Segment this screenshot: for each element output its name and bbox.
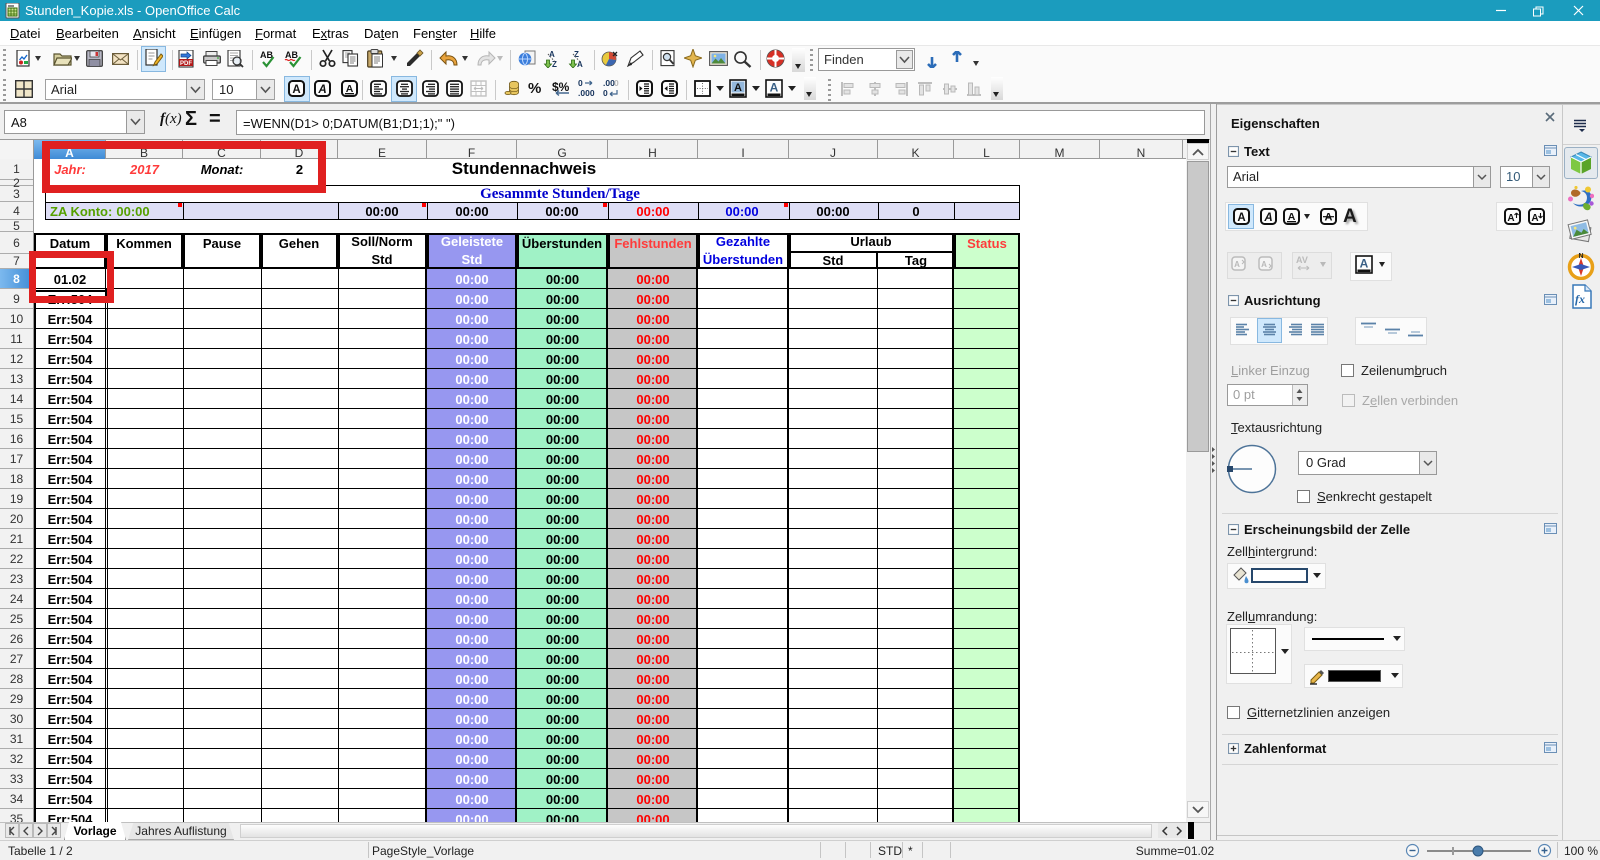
svg-text:AB: AB <box>285 50 298 60</box>
svg-text:A: A <box>1360 257 1369 271</box>
svg-text:PDF: PDF <box>180 61 192 67</box>
svg-text:A: A <box>1234 260 1240 269</box>
svg-text:A: A <box>292 84 300 96</box>
svg-text:A: A <box>1325 212 1333 224</box>
svg-text:.000: .000 <box>578 88 595 98</box>
svg-text:A: A <box>1531 213 1538 224</box>
svg-text:N: N <box>1578 253 1583 260</box>
svg-text:fx: fx <box>1575 292 1585 306</box>
svg-text:A: A <box>317 84 326 96</box>
svg-text:0: 0 <box>603 88 608 98</box>
svg-text:A: A <box>770 81 779 95</box>
svg-text:A: A <box>1263 212 1272 224</box>
svg-text:A: A <box>1507 213 1514 224</box>
svg-text:A: A <box>549 50 555 59</box>
svg-text:A: A <box>1261 260 1267 269</box>
svg-text:Z: Z <box>574 50 579 59</box>
svg-text:A: A <box>734 82 742 94</box>
svg-text:$%: $% <box>552 80 570 94</box>
svg-text:AV: AV <box>1296 255 1308 265</box>
svg-text:0: 0 <box>614 79 619 88</box>
svg-text:A: A <box>1237 212 1245 224</box>
svg-text:0: 0 <box>578 79 583 88</box>
